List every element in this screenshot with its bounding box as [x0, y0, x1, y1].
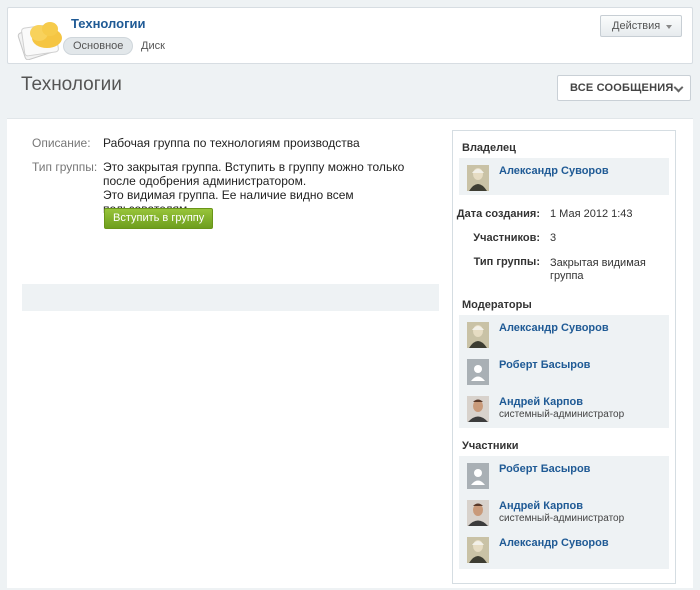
avatar-portrait-icon [467, 537, 489, 563]
owner-name[interactable]: Александр Суворов [499, 165, 609, 177]
group-sidebar: Владелец Александр Суворов Дата создания… [452, 130, 676, 584]
actions-label: Действия [612, 20, 661, 32]
all-messages-label: ВСЕ СООБЩЕНИЯ [570, 82, 674, 94]
members-count-value: 3 [550, 232, 557, 244]
moderators-heading: Модераторы [462, 299, 532, 311]
description-value: Рабочая группа по технологиям производст… [103, 136, 360, 150]
sidebar-group-type-value: Закрытая видимая группа [550, 257, 646, 282]
avatar-photo-icon [467, 396, 489, 422]
members-block: Роберт Басыров Андрей Карпов системный-а… [459, 456, 669, 569]
chevron-down-icon [673, 82, 684, 93]
caret-down-icon [666, 25, 672, 29]
created-label: Дата создания: [456, 208, 540, 220]
avatar-placeholder-icon [467, 463, 489, 489]
moderator-name[interactable]: Роберт Басыров [499, 359, 590, 371]
moderator-role: системный-администратор [499, 409, 625, 420]
avatar-placeholder-icon [467, 359, 489, 385]
moderator-name[interactable]: Андрей Карпов [499, 396, 583, 408]
moderators-block: Александр Суворов Роберт Басыров Андрей … [459, 315, 669, 428]
all-messages-button[interactable]: ВСЕ СООБЩЕНИЯ [557, 75, 691, 101]
list-item[interactable]: Роберт Басыров [467, 463, 667, 491]
tab-disk[interactable]: Диск [141, 38, 165, 54]
member-role: системный-администратор [499, 513, 625, 524]
list-item[interactable]: Андрей Карпов системный-администратор [467, 396, 667, 424]
list-item[interactable]: Александр Суворов [467, 537, 667, 565]
main-content: Описание: Рабочая группа по технологиям … [7, 118, 693, 588]
group-header: Технологии Основное Диск Действия [7, 7, 693, 64]
content-footer-bar [22, 284, 439, 311]
members-heading: Участники [462, 440, 519, 452]
avatar-photo-icon [467, 500, 489, 526]
member-name[interactable]: Андрей Карпов [499, 500, 583, 512]
created-value: 1 Мая 2012 1:43 [550, 208, 633, 220]
join-group-button[interactable]: Вступить в группу [104, 208, 214, 229]
description-label: Описание: [32, 136, 91, 150]
group-type-closed-text: Это закрытая группа. Вступить в группу м… [103, 160, 405, 188]
member-name[interactable]: Роберт Басыров [499, 463, 590, 475]
owner-heading: Владелец [462, 142, 516, 154]
group-title-link[interactable]: Технологии [71, 16, 145, 31]
group-type-label: Тип группы: [32, 160, 98, 174]
member-name[interactable]: Александр Суворов [499, 537, 609, 549]
owner-person[interactable]: Александр Суворов [467, 165, 667, 193]
list-item[interactable]: Андрей Карпов системный-администратор [467, 500, 667, 528]
sidebar-group-type-label: Тип группы: [473, 256, 540, 268]
group-logo-icon [17, 22, 62, 60]
moderator-name[interactable]: Александр Суворов [499, 322, 609, 334]
list-item[interactable]: Александр Суворов [467, 322, 667, 350]
avatar-portrait-icon [467, 165, 489, 191]
members-count-label: Участников: [473, 232, 540, 244]
page-title: Технологии [21, 74, 122, 95]
avatar-portrait-icon [467, 322, 489, 348]
owner-block: Александр Суворов [459, 158, 669, 195]
actions-button[interactable]: Действия [600, 15, 682, 37]
tab-main[interactable]: Основное [63, 37, 134, 55]
list-item[interactable]: Роберт Басыров [467, 359, 667, 387]
